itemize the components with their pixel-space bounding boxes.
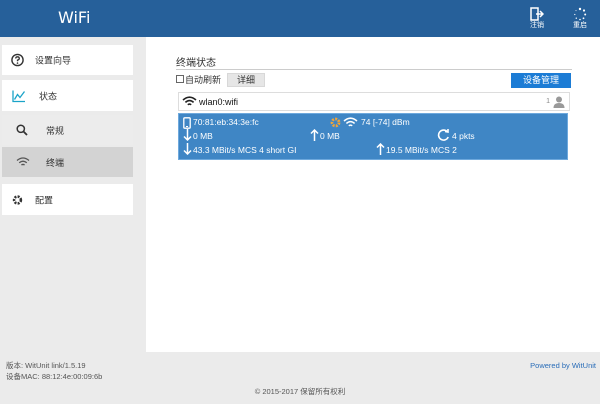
reboot-icon bbox=[574, 7, 587, 21]
tx-rate: 19.5 MBit/s MCS 2 bbox=[386, 145, 457, 155]
auto-refresh-label: 自动刷新 bbox=[185, 75, 222, 85]
top-header: WiFi 注销 重启 bbox=[0, 0, 600, 37]
device-manage-button[interactable]: 设备管理 bbox=[511, 73, 571, 88]
wifi-signal-icon bbox=[343, 117, 358, 127]
tx-bytes: 0 MB bbox=[320, 131, 340, 141]
client-card[interactable]: 70:81:eb:34:3e:fc 74 [-74] dBm 0 MB 0 MB… bbox=[178, 113, 568, 160]
search-icon bbox=[16, 124, 28, 136]
powered-by-link[interactable]: Powered by WitUnit bbox=[530, 361, 596, 370]
arrow-up-icon bbox=[376, 143, 385, 155]
refresh-icon bbox=[437, 129, 449, 141]
tab-detail[interactable]: 详细 bbox=[227, 73, 265, 87]
sidebar-item-label: 终端 bbox=[46, 158, 65, 168]
version-text: 版本: WitUnit link/1.5.19 bbox=[6, 361, 86, 370]
section-title: 终端状态 bbox=[176, 58, 216, 69]
rx-rate: 43.3 MBit/s MCS 4 short GI bbox=[193, 145, 297, 155]
rx-bytes: 0 MB bbox=[193, 131, 213, 141]
arrow-down-icon bbox=[183, 129, 192, 141]
wifi-icon bbox=[182, 96, 197, 106]
gear-icon bbox=[330, 117, 341, 128]
sidebar-item-label: 设置向导 bbox=[35, 55, 72, 66]
packet-count: 4 pkts bbox=[452, 131, 475, 141]
sidebar-item-general[interactable]: 常规 bbox=[2, 115, 133, 145]
sidebar-item-setup-wizard[interactable]: 设置向导 bbox=[2, 45, 133, 75]
app-title: WiFi bbox=[58, 8, 91, 27]
help-circle-icon bbox=[11, 53, 24, 67]
toolbar: 自动刷新 详细 设备管理 bbox=[176, 72, 572, 88]
gear-icon bbox=[12, 194, 23, 205]
interface-name: wlan0:wifi bbox=[199, 97, 239, 107]
user-icon bbox=[553, 96, 565, 108]
reboot-label: 重启 bbox=[573, 22, 587, 29]
signal-strength: 74 [-74] dBm bbox=[361, 117, 410, 127]
device-mac-text: 设备MAC: 88:12:4e:00:09:6b bbox=[6, 372, 103, 381]
sidebar-item-terminal[interactable]: 终端 bbox=[2, 147, 133, 177]
client-mac: 70:81:eb:34:3e:fc bbox=[193, 117, 259, 127]
client-count: 1 bbox=[546, 98, 550, 105]
logout-button[interactable]: 注销 bbox=[522, 6, 552, 34]
footer: 版本: WitUnit link/1.5.19 设备MAC: 88:12:4e:… bbox=[0, 352, 600, 404]
sidebar-item-label: 常规 bbox=[46, 126, 65, 136]
sidebar-item-label: 配置 bbox=[35, 195, 54, 205]
sidebar-item-status[interactable]: 状态 bbox=[2, 80, 133, 111]
interface-row[interactable]: wlan0:wifi 1 bbox=[178, 92, 570, 111]
reboot-button[interactable]: 重启 bbox=[565, 6, 595, 34]
version-info: 版本: WitUnit link/1.5.19 设备MAC: 88:12:4e:… bbox=[6, 360, 102, 382]
wifi-icon bbox=[16, 157, 30, 166]
sidebar-item-label: 状态 bbox=[39, 91, 58, 101]
auto-refresh-checkbox[interactable] bbox=[176, 75, 184, 83]
sidebar-item-config[interactable]: 配置 bbox=[2, 184, 133, 215]
sidebar: 设置向导 状态 常规 终端 配置 bbox=[0, 37, 146, 352]
logout-icon bbox=[530, 7, 544, 21]
main-content: 终端状态 自动刷新 详细 设备管理 wlan0:wifi 1 70:81:eb:… bbox=[146, 37, 600, 352]
arrow-up-icon bbox=[310, 129, 319, 141]
copyright-text: © 2015-2017 保留所有权利 bbox=[254, 387, 346, 396]
arrow-down-icon bbox=[183, 143, 192, 155]
chart-line-icon bbox=[12, 90, 26, 102]
logout-label: 注销 bbox=[530, 22, 544, 29]
phone-icon bbox=[183, 117, 191, 129]
section-divider bbox=[176, 69, 572, 70]
